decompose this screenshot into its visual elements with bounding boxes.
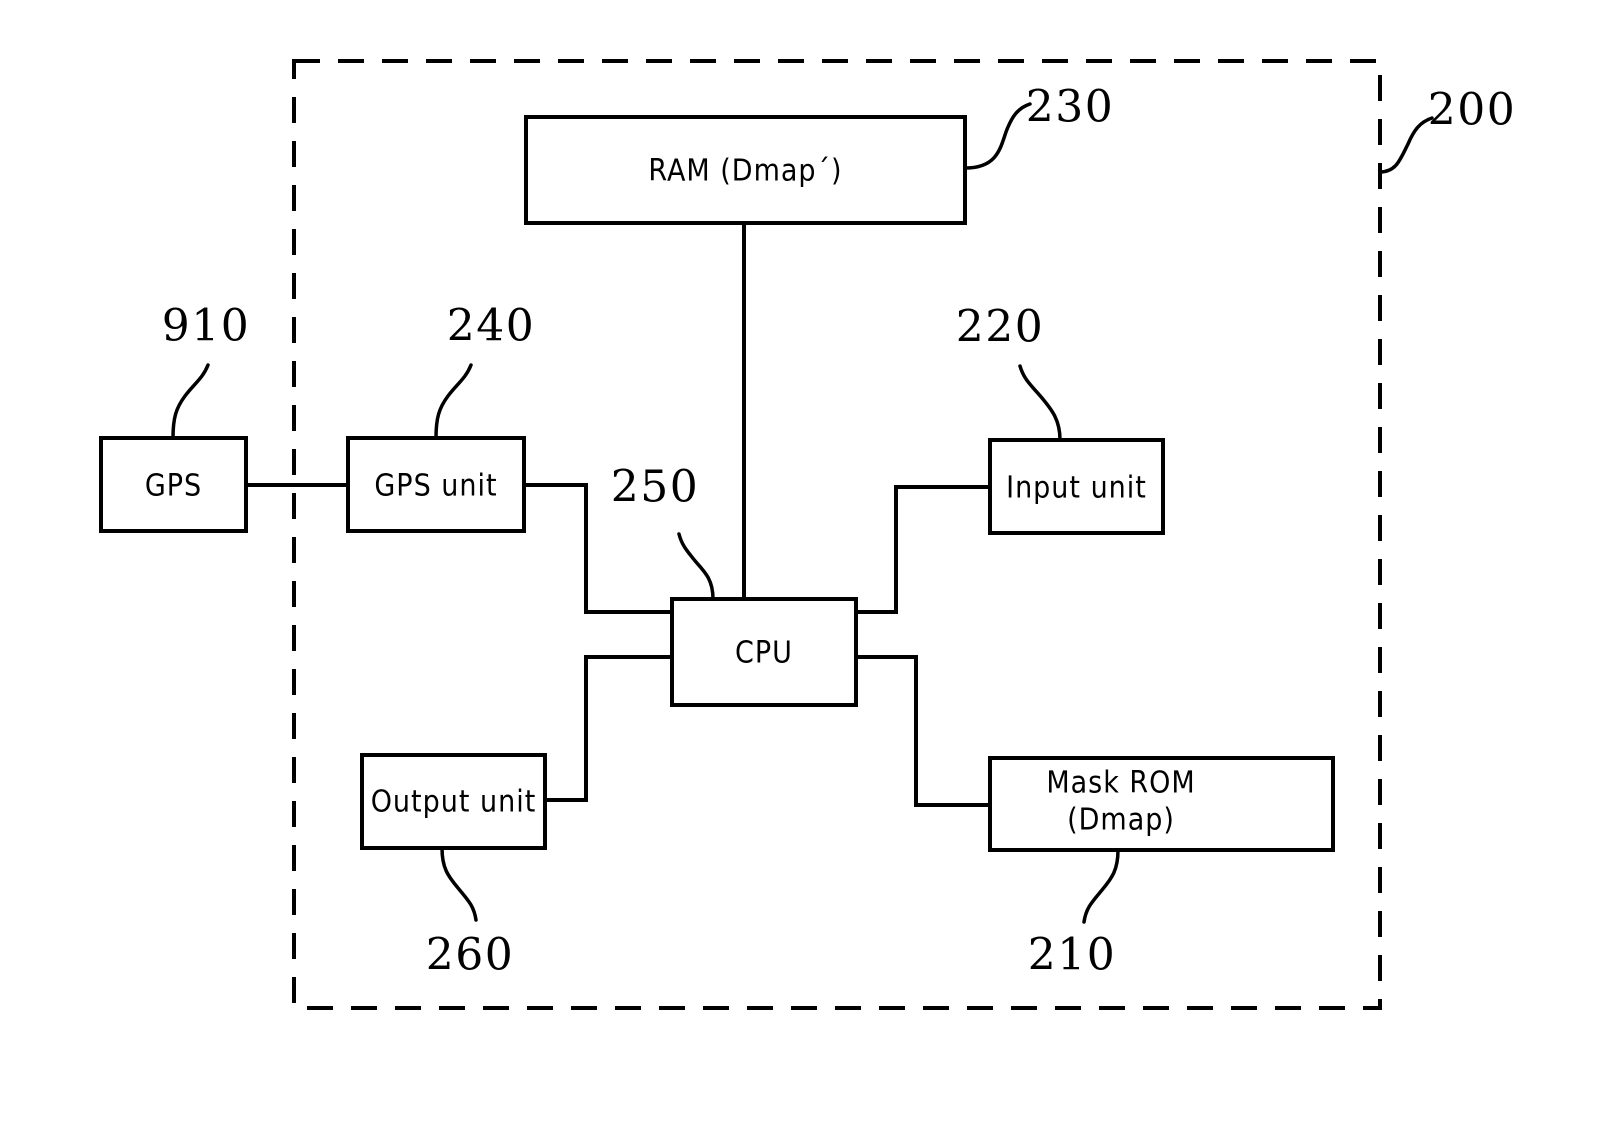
block-input-unit-label: Input unit [1006,471,1147,506]
block-output-unit[interactable]: Output unit [360,753,547,850]
ref-220-leader [1018,364,1062,442]
ref-200-leader [1378,116,1434,174]
ref-250-numeral: 250 [611,462,699,513]
block-diagram: GPS GPS unit RAM (Dmap´) Input unit CPU … [99,59,1516,1010]
connector-cpu-to-mask-rom [856,655,990,807]
ref-260-leader [440,846,478,922]
block-mask-rom[interactable]: Mask ROM (Dmap) [988,756,1335,852]
block-gps[interactable]: GPS [99,436,248,533]
ref-200-group: 200 [1378,85,1516,174]
block-gps-label: GPS [145,469,202,504]
ref-910-leader [171,363,210,440]
connector-output-unit-to-cpu [545,655,672,802]
block-mask-rom-label-line2: (Dmap) [1067,803,1175,838]
figure-canvas: GPS GPS unit RAM (Dmap´) Input unit CPU … [0,0,1620,1122]
block-mask-rom-label-line1: Mask ROM [1046,766,1195,801]
ref-220-group: 220 [956,302,1062,442]
ref-230-leader [963,102,1032,170]
ref-230-numeral: 230 [1026,82,1114,133]
ref-200-numeral: 200 [1428,85,1516,136]
block-cpu[interactable]: CPU [670,597,858,707]
block-input-unit[interactable]: Input unit [988,438,1165,535]
block-ram[interactable]: RAM (Dmap´) [524,115,967,225]
ref-910-numeral: 910 [162,301,250,352]
ref-240-leader [434,363,473,440]
ref-250-group: 250 [611,462,715,601]
block-gps-unit[interactable]: GPS unit [346,436,526,533]
ref-260-group: 260 [426,846,514,981]
ref-260-numeral: 260 [426,930,514,981]
ref-240-numeral: 240 [447,301,535,352]
ref-210-numeral: 210 [1028,930,1116,981]
connector-cpu-to-input-unit [856,485,990,614]
ref-910-group: 910 [162,301,250,440]
block-cpu-label: CPU [735,636,793,671]
ref-230-group: 230 [963,82,1114,170]
block-ram-label: RAM (Dmap´) [648,154,842,189]
block-output-unit-label: Output unit [371,785,537,820]
ref-210-leader [1082,848,1120,924]
ref-220-numeral: 220 [956,302,1044,353]
ref-240-group: 240 [434,301,535,440]
block-gps-unit-label: GPS unit [374,469,497,504]
ref-250-leader [677,532,715,601]
ref-210-group: 210 [1028,848,1120,981]
